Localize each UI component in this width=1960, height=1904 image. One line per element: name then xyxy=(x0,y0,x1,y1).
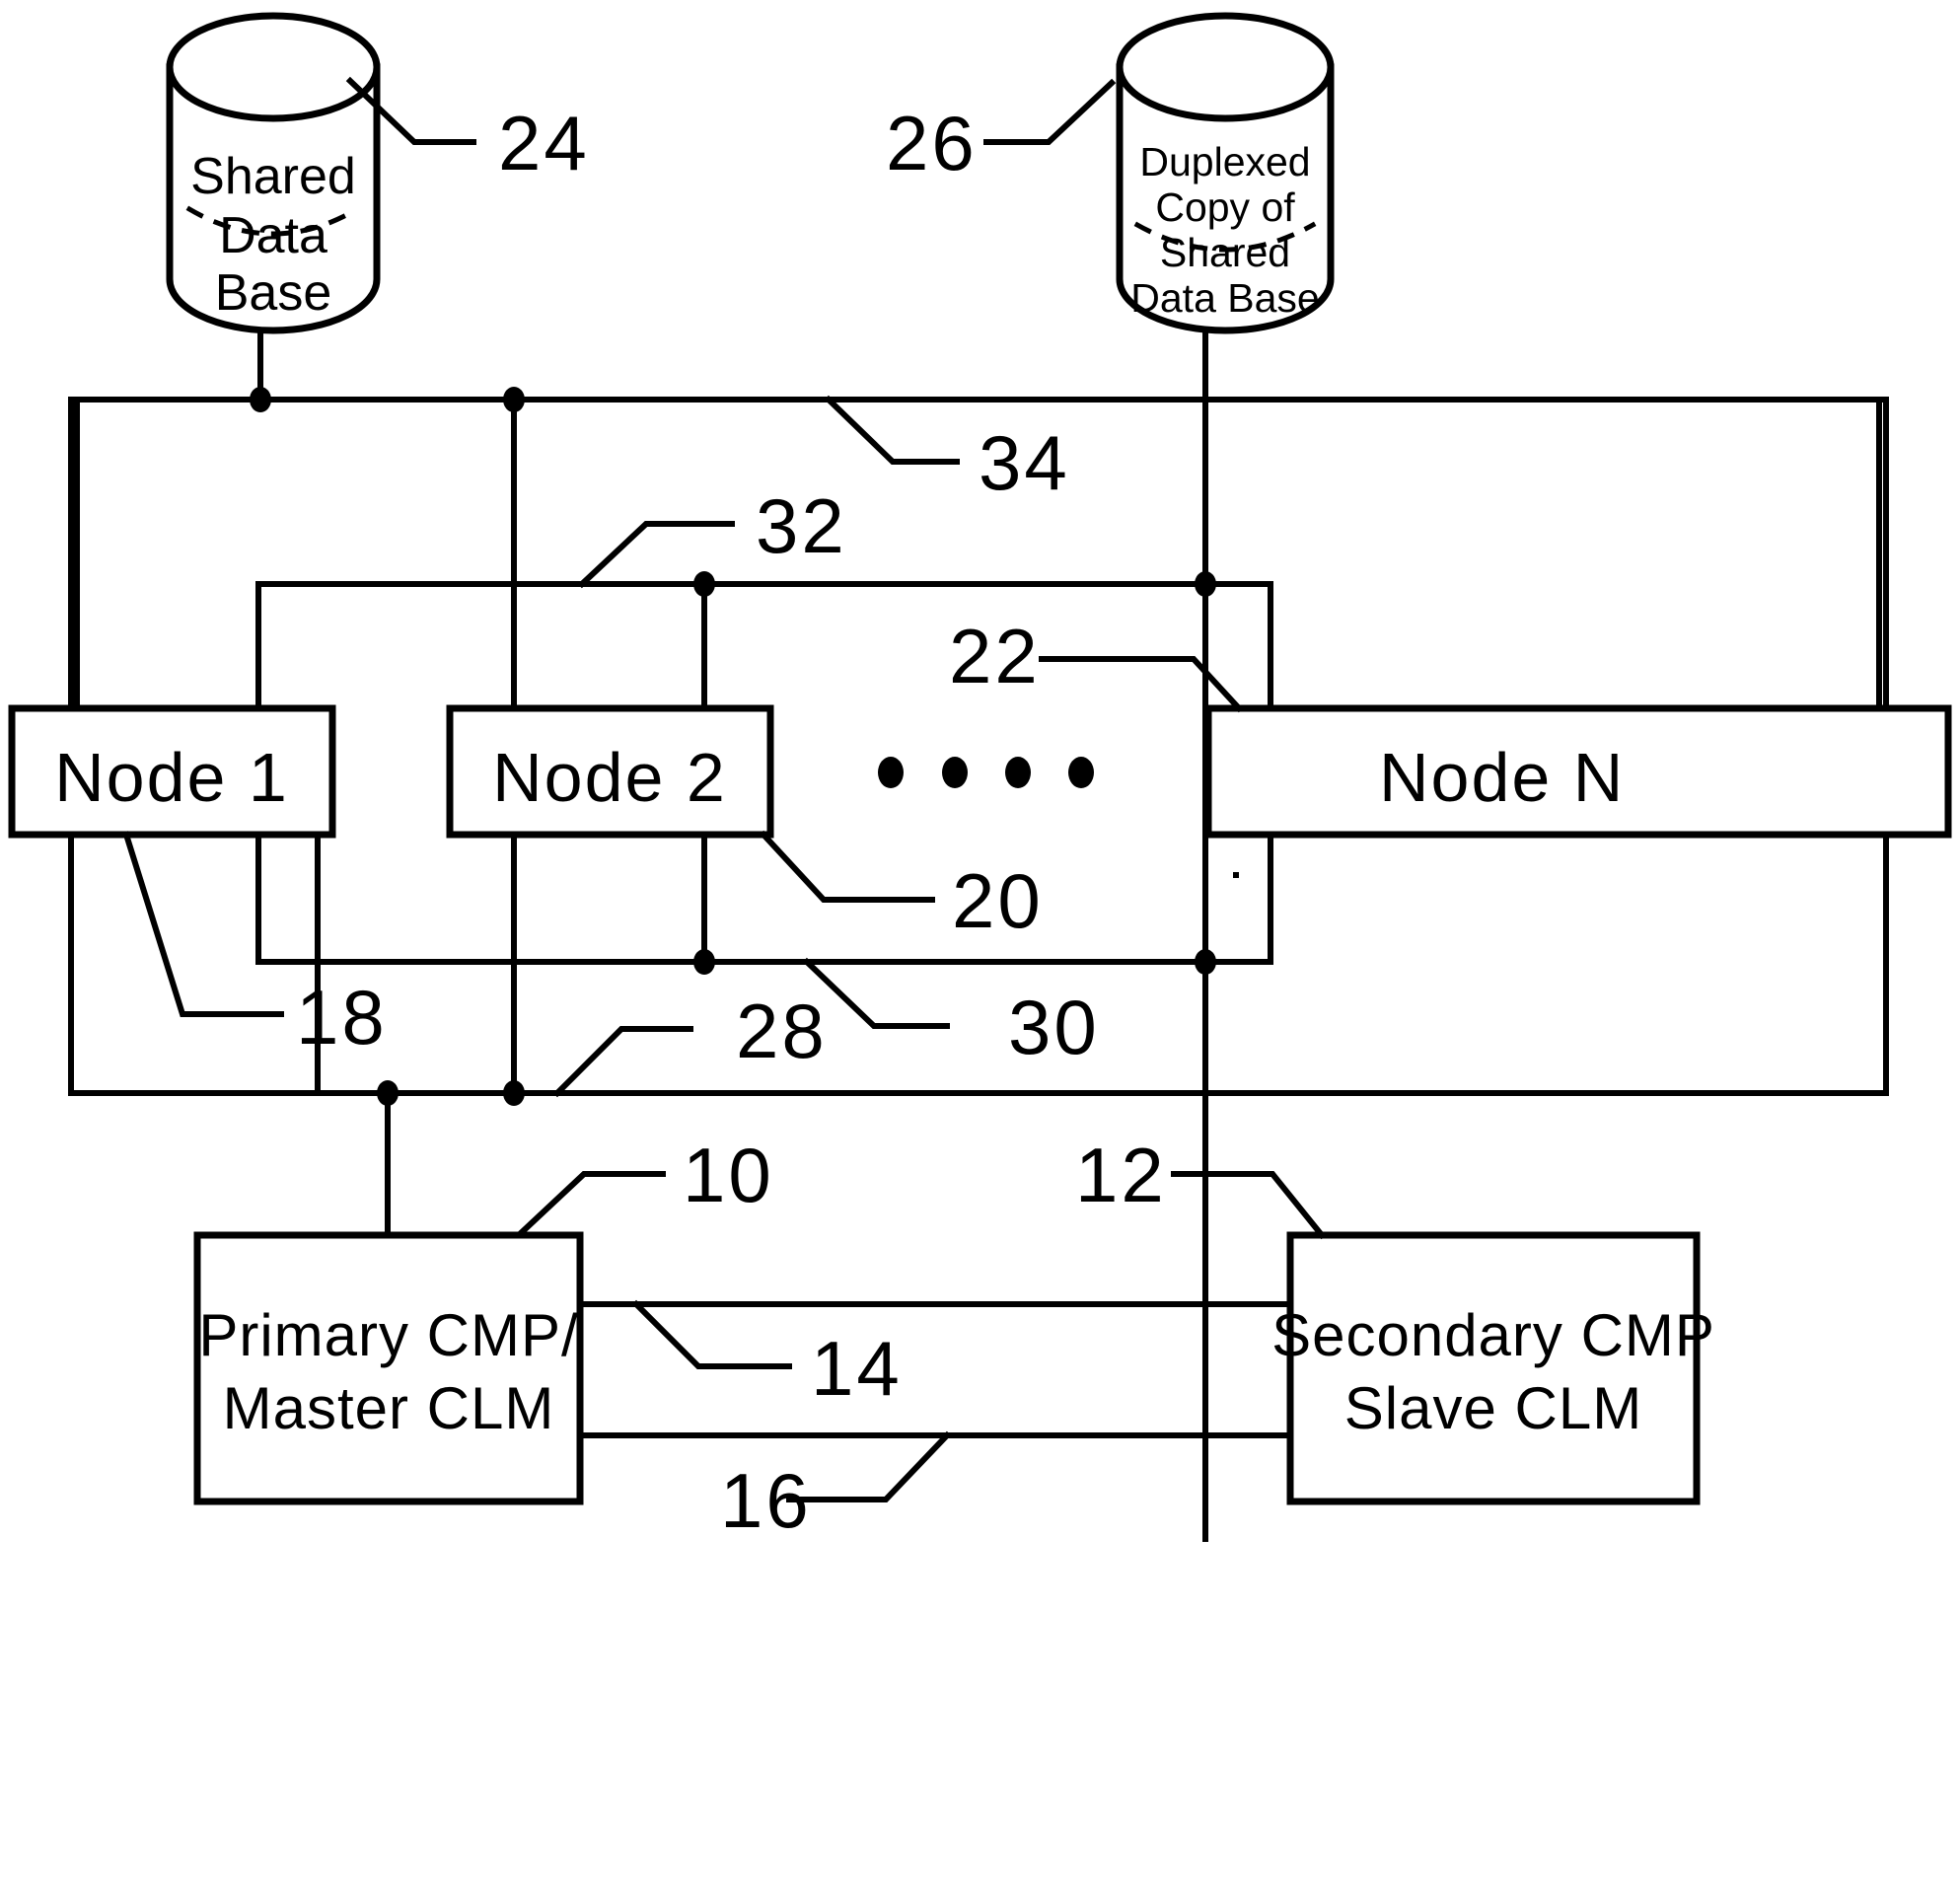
junction-dot-bus28-primary xyxy=(377,1080,399,1106)
primary-cmp-line-2: Master CLM xyxy=(223,1375,555,1441)
diagram-canvas: Shared Data Base 24 Duplexed Copy of Sha… xyxy=(8,12,1952,1544)
node-ellipsis-dots xyxy=(878,757,1094,788)
reference-10: 10 xyxy=(683,1132,774,1218)
junction-dot-bus32-nodeN xyxy=(1195,571,1216,597)
junction-dot-bus30-nodeN xyxy=(1195,949,1216,975)
reference-30: 30 xyxy=(1008,984,1100,1070)
duplexed-db-line-2: Copy of xyxy=(1155,184,1295,230)
reference-22: 22 xyxy=(949,613,1041,699)
reference-16: 16 xyxy=(720,1457,812,1544)
duplexed-db-line-4: Data Base xyxy=(1130,275,1319,321)
junction-dot-bus28-node2 xyxy=(503,1080,525,1106)
leader-34 xyxy=(824,395,960,465)
junction-dot-bus30-node2 xyxy=(693,949,715,975)
primary-cmp-line-1: Primary CMP/ xyxy=(198,1302,578,1368)
secondary-cmp-line-1: Secondary CMP xyxy=(1271,1302,1715,1368)
primary-cmp-box[interactable] xyxy=(193,1231,584,1505)
leader-12 xyxy=(1171,1171,1327,1240)
node-n-label: Node N xyxy=(1379,739,1625,816)
secondary-cmp-box[interactable] xyxy=(1286,1231,1701,1505)
reference-34: 34 xyxy=(979,419,1070,506)
leader-26 xyxy=(983,78,1117,145)
node-1-label: Node 1 xyxy=(54,739,289,816)
duplexed-db-line-3: Shared xyxy=(1160,230,1290,275)
reference-28: 28 xyxy=(736,988,828,1074)
junction-dot-bus32-node2 xyxy=(693,571,715,597)
leader-10 xyxy=(516,1171,666,1238)
node-2-label: Node 2 xyxy=(492,739,727,816)
leader-20 xyxy=(759,830,935,903)
reference-32: 32 xyxy=(756,482,847,569)
leader-30 xyxy=(802,957,950,1029)
shared-db-line-1: Shared xyxy=(190,148,356,205)
leader-14 xyxy=(631,1299,792,1369)
reference-12: 12 xyxy=(1075,1132,1167,1218)
duplexed-db-line-1: Duplexed xyxy=(1139,139,1310,184)
reference-20: 20 xyxy=(952,857,1044,944)
shared-db-line-3: Base xyxy=(215,264,332,322)
secondary-cmp-line-2: Slave CLM xyxy=(1344,1375,1642,1441)
leader-16 xyxy=(786,1430,952,1502)
shared-db-line-2: Data xyxy=(219,207,327,264)
junction-dot-bus34-node2 xyxy=(503,387,525,412)
leader-28 xyxy=(552,1026,693,1098)
reference-14: 14 xyxy=(811,1325,903,1412)
reference-24: 24 xyxy=(498,100,590,186)
reference-18: 18 xyxy=(296,974,388,1061)
junction-dot-shared-db xyxy=(250,387,271,412)
leader-22 xyxy=(1039,656,1244,713)
patent-figure: Shared Data Base 24 Duplexed Copy of Sha… xyxy=(0,0,1960,1904)
reference-26: 26 xyxy=(886,100,978,186)
